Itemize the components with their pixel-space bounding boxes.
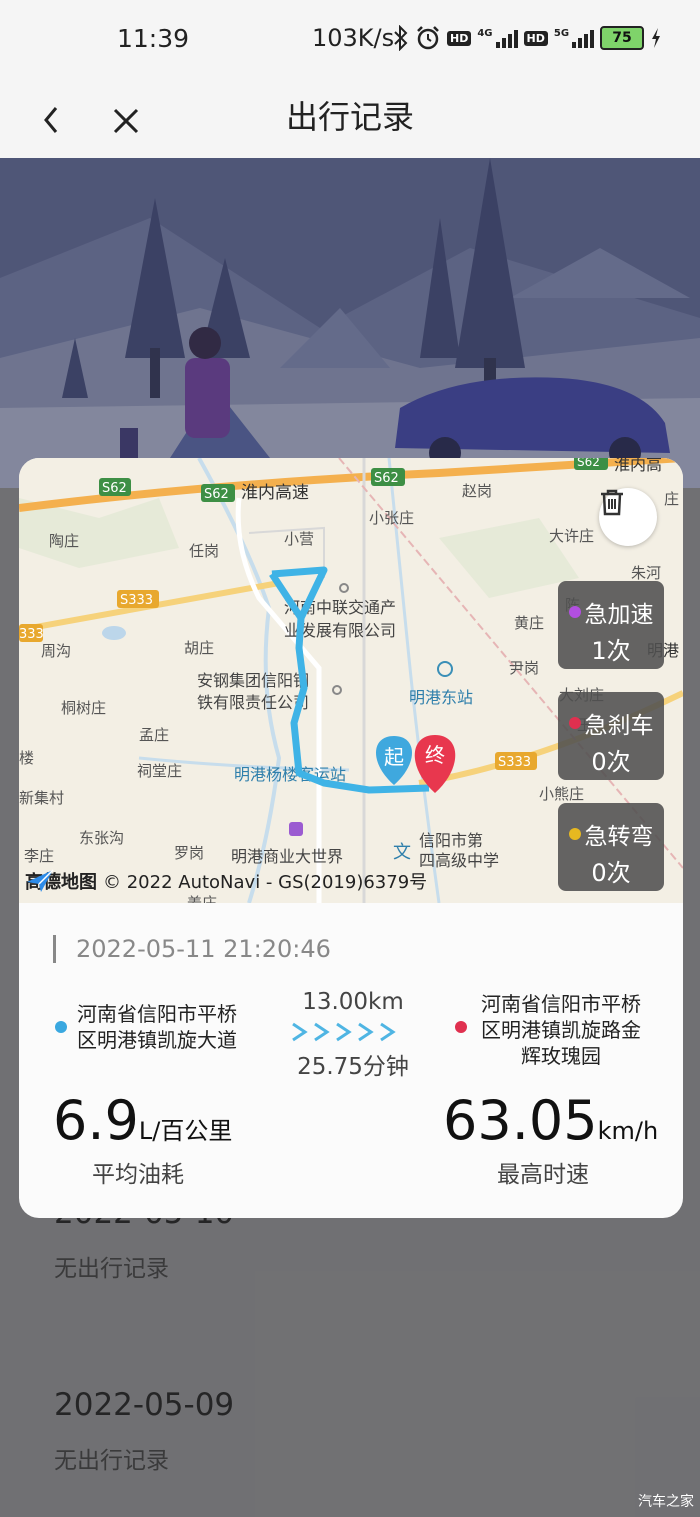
status-icons: HD 4G HD 5G 75 [393, 22, 662, 54]
map-label-ciwang: 祠堂庄 [137, 762, 182, 780]
road-s62-label-1: S62 [102, 481, 127, 496]
road-s333-label-3: S333 [498, 755, 531, 770]
max-speed: 63.05km/h [443, 1089, 658, 1152]
avg-fuel-caption: 平均油耗 [92, 1162, 184, 1188]
event-sharp-turn[interactable]: 急转弯 0次 [558, 803, 664, 891]
map-label-angang-2: 铁有限责任公司 [197, 693, 309, 712]
map-label-zhaogang: 赵岗 [462, 482, 492, 500]
map-label-mg-east-station: 明港东站 [409, 688, 473, 707]
road-s62-label-3: S62 [374, 471, 399, 486]
end-location-line-2: 区明港镇凯旋路金 [481, 1018, 641, 1042]
event-dot [568, 828, 581, 840]
road-s333-label-1: S333 [120, 593, 153, 608]
trip-datetime: 2022-05-11 21:20:46 [53, 935, 331, 963]
map-label-lou: 楼 [19, 749, 34, 767]
map-label-tongshu: 桐树庄 [61, 699, 106, 717]
status-bar: 11:39 103K/s HD 4G HD 5G 75 [0, 0, 700, 78]
map-label-rengang: 任岗 [189, 542, 219, 560]
trip-start-location: 河南省信阳市平桥 区明港镇凯旋大道 [55, 1001, 237, 1053]
map-label-xinji: 新集村 [19, 789, 64, 807]
map-label-daxu: 大许庄 [549, 527, 594, 545]
trip-distance: 13.00km [302, 989, 404, 1015]
start-location-line-2: 区明港镇凯旋大道 [77, 1028, 237, 1052]
trip-duration: 25.75分钟 [297, 1054, 409, 1080]
map-label-zhougou: 周沟 [41, 642, 71, 660]
map-label-dongzhang: 东张沟 [79, 829, 124, 847]
map-label-huangzhuang: 黄庄 [514, 614, 544, 632]
event-hard-acceleration[interactable]: 急加速 1次 [558, 581, 664, 669]
end-location-line-1: 河南省信阳市平桥 [481, 992, 641, 1016]
event-dot [568, 717, 581, 729]
map-label-xiaozhang: 小张庄 [369, 509, 414, 527]
start-dot [55, 1021, 67, 1033]
event-label: 急加速 [584, 602, 654, 628]
nav-bar: 出行记录 [0, 78, 700, 158]
end-dot [455, 1021, 467, 1033]
max-speed-unit: km/h [597, 1117, 659, 1145]
road-s333-label-2: 333 [19, 627, 44, 642]
event-dot [568, 606, 581, 618]
trip-end-location: 河南省信阳市平桥 区明港镇凯旋路金 辉玫瑰园 [455, 991, 649, 1069]
event-label: 急刹车 [584, 713, 654, 739]
trip-detail-card: ​ S62 S62 S62 S62 淮内高速 淮内高 赵岗 小张庄 大许庄 朱河… [19, 458, 683, 1218]
avg-fuel-value: 6.9 [53, 1089, 139, 1152]
end-marker-label: 终 [425, 743, 445, 767]
start-marker-label: 起 [384, 745, 404, 769]
event-count: 0次 [591, 748, 631, 776]
map-label-lizhuang: 李庄 [24, 847, 54, 865]
start-location-line-1: 河南省信阳市平桥 [77, 1002, 237, 1026]
amap-logo-icon [27, 869, 54, 892]
map-label-yingang: 尹岗 [509, 659, 539, 677]
map-label-hugang: 胡庄 [184, 639, 214, 657]
status-time: 11:39 [117, 24, 190, 53]
map-label-mg-mall: 明港商业大世界 [231, 847, 343, 866]
road-s62-label-2: S62 [204, 487, 229, 502]
map-label-school-2: 四高级中学 [419, 851, 499, 870]
hd-badge: HD [447, 30, 472, 46]
hd-badge-2: HD [523, 30, 548, 46]
map-label-huainei2: 淮内高 [614, 458, 662, 474]
event-count: 1次 [591, 637, 631, 665]
end-location-line-3: 辉玫瑰园 [521, 1044, 601, 1068]
map-label-angang-1: 安钢集团信阳钢 [197, 671, 309, 690]
forward-arrows-icon [292, 1022, 396, 1042]
map-label-zhuhe: 朱河 [631, 564, 661, 582]
avg-fuel-consumption: 6.9L/百公里 [53, 1089, 232, 1152]
map-label-xiaoying: 小营 [284, 530, 314, 548]
charging-icon [652, 28, 661, 48]
map-attribution: 高德地图 © 2022 AutoNavi - GS(2019)6379号 [25, 868, 427, 894]
map-label-zhuang: 庄 [664, 490, 679, 508]
battery-icon: 75 [600, 26, 645, 50]
page-title: 出行记录 [285, 98, 414, 136]
delete-trip-button[interactable] [599, 488, 657, 546]
trip-info: 2022-05-11 21:20:46 河南省信阳市平桥 区明港镇凯旋大道 13… [19, 903, 683, 1218]
trash-icon [601, 489, 623, 516]
map-label-xiaoxiong: 小熊庄 [539, 785, 584, 803]
event-label: 急转弯 [584, 824, 654, 850]
network-speed: 103K/s [312, 24, 395, 52]
map-label-school-1: 信阳市第 [419, 831, 483, 850]
map-label-mengzhuang: 孟庄 [139, 726, 169, 744]
trip-map[interactable]: ​ S62 S62 S62 S62 淮内高速 淮内高 赵岗 小张庄 大许庄 朱河… [19, 458, 683, 903]
school-marker: 文 [393, 842, 411, 863]
alarm-icon [417, 26, 439, 50]
event-hard-braking[interactable]: 急刹车 0次 [558, 692, 664, 780]
direction-arrows [291, 1021, 411, 1048]
signal-5g-icon: 5G [554, 28, 595, 48]
map-label-jiang: 姜庄 [187, 894, 217, 903]
watermark: 汽车之家 [638, 1494, 694, 1510]
map-label-taozhuang: 陶庄 [49, 532, 79, 550]
map-label-huainei: 淮内高速 [241, 483, 309, 503]
avg-fuel-unit: L/百公里 [138, 1117, 233, 1145]
map-label-luogang: 罗岗 [174, 844, 204, 862]
bluetooth-icon [394, 25, 408, 51]
max-speed-caption: 最高时速 [497, 1162, 589, 1188]
max-speed-value: 63.05 [443, 1089, 598, 1152]
map-copyright: © 2022 AutoNavi - GS(2019)6379号 [103, 872, 428, 893]
road-s62-label-4: S62 [577, 458, 600, 469]
signal-4g-icon: 4G [477, 28, 518, 48]
event-count: 0次 [591, 859, 631, 887]
